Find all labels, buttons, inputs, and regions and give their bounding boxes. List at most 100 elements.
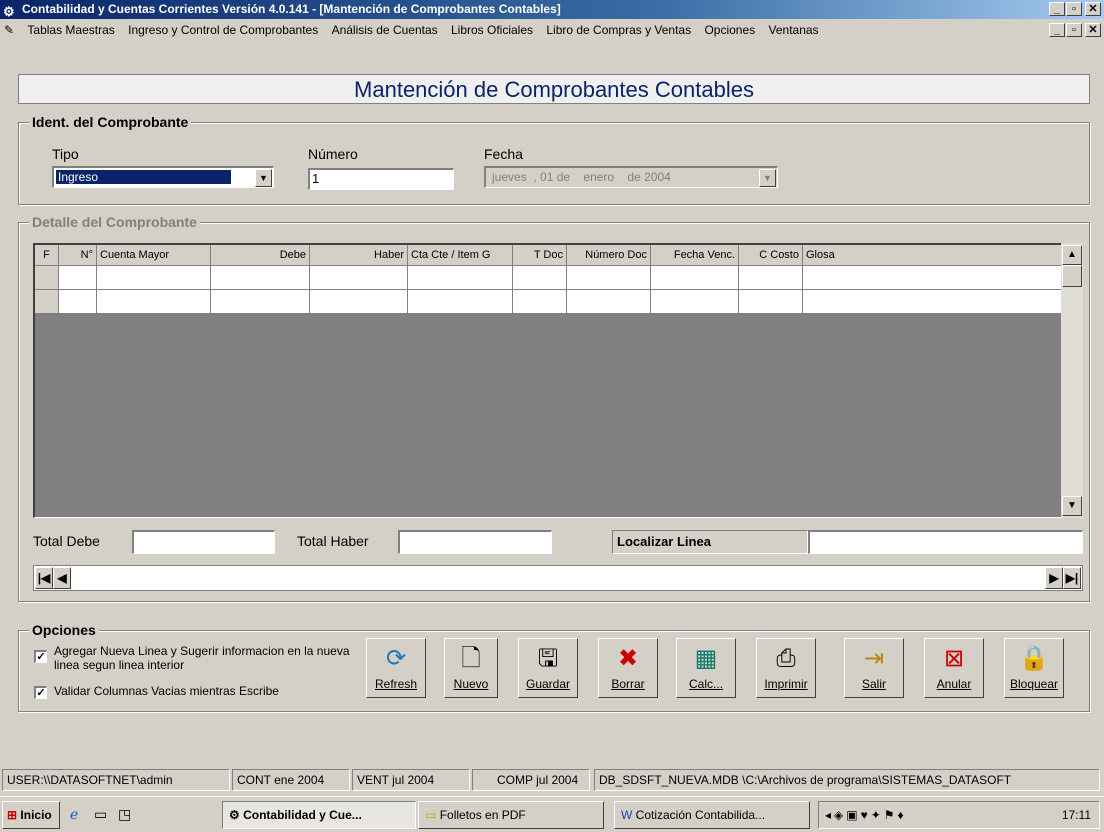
taskbar: ⊞ Inicio ℯ ▭ ◳ ⚙ Contabilidad y Cue... ▭… <box>0 796 1104 832</box>
next-record-icon[interactable]: ▶ <box>1045 567 1063 589</box>
status-cont: CONT ene 2004 <box>232 769 350 791</box>
localizar-linea-label: Localizar Linea <box>612 530 808 554</box>
menu-libros-oficiales[interactable]: Libros Oficiales <box>446 19 538 41</box>
table-cell[interactable] <box>59 266 97 290</box>
previous-record-icon[interactable]: ◀ <box>53 567 71 589</box>
lock-icon: 🔒 <box>1019 645 1049 672</box>
table-cell[interactable] <box>739 266 803 290</box>
table-cell[interactable] <box>803 266 1063 290</box>
calc-button[interactable]: ▦ Calc... <box>676 638 736 698</box>
numero-input[interactable]: 1 <box>308 168 454 190</box>
scroll-up-icon[interactable]: ▲ <box>1062 245 1082 265</box>
menu-libro-compras-ventas[interactable]: Libro de Compras y Ventas <box>541 19 696 41</box>
numero-label: Número <box>308 146 358 162</box>
guardar-button[interactable]: 🖫 Guardar <box>518 638 578 698</box>
table-cell[interactable] <box>97 266 211 290</box>
menu-ventanas[interactable]: Ventanas <box>764 19 824 41</box>
child-restore-button[interactable]: ▫ <box>1066 23 1082 37</box>
table-cell[interactable] <box>513 290 567 314</box>
record-navigator[interactable]: |◀ ◀ ▶ ▶| <box>33 565 1083 591</box>
start-button[interactable]: ⊞ Inicio <box>2 801 60 829</box>
internet-explorer-icon[interactable]: ℯ <box>70 806 78 823</box>
void-icon: ⊠ <box>943 645 965 672</box>
check1-label: Agregar Nueva Linea y Sugerir informacio… <box>54 644 350 672</box>
menu-opciones[interactable]: Opciones <box>699 19 760 41</box>
nuevo-button[interactable]: 🗋 Nuevo <box>444 638 498 698</box>
col-header-n[interactable]: N° <box>59 245 97 266</box>
col-header-numero-doc[interactable]: Número Doc <box>567 245 651 266</box>
scroll-thumb[interactable] <box>1062 265 1082 287</box>
anular-button[interactable]: ⊠ Anular <box>924 638 984 698</box>
row-header[interactable] <box>35 290 59 314</box>
first-record-icon[interactable]: |◀ <box>35 567 53 589</box>
fecha-label: Fecha <box>484 146 523 162</box>
check2-checkbox[interactable]: ✓ <box>34 686 47 699</box>
col-header-haber[interactable]: Haber <box>310 245 408 266</box>
fecha-chevron-down-icon[interactable]: ▼ <box>759 169 776 187</box>
close-button[interactable]: ✕ <box>1085 2 1101 16</box>
quicklaunch-icon[interactable]: ◳ <box>118 806 131 823</box>
mdi-icon: ✎ <box>4 23 15 37</box>
col-header-debe[interactable]: Debe <box>211 245 310 266</box>
col-header-f[interactable]: F <box>35 245 59 266</box>
table-cell[interactable] <box>651 266 739 290</box>
localizar-linea-input[interactable] <box>808 530 1083 554</box>
tipo-select[interactable]: Ingreso ▼ <box>52 166 274 188</box>
salir-button[interactable]: ⇥ Salir <box>844 638 904 698</box>
child-minimize-button[interactable]: _ <box>1049 23 1065 37</box>
row-header[interactable] <box>35 266 59 290</box>
table-cell[interactable] <box>59 290 97 314</box>
tray-icons: ◂◈▣♥✦⚑♦ <box>825 808 907 822</box>
refresh-button[interactable]: ⟳ Refresh <box>366 638 426 698</box>
menu-ingreso-control[interactable]: Ingreso y Control de Comprobantes <box>123 19 323 41</box>
last-record-icon[interactable]: ▶| <box>1063 567 1081 589</box>
desktop-icon[interactable]: ▭ <box>94 806 107 823</box>
imprimir-button[interactable]: ⎙ Imprimir <box>756 638 816 698</box>
word-icon: W <box>621 808 633 822</box>
grid-vertical-scrollbar[interactable]: ▲ ▼ <box>1061 243 1083 518</box>
folder-icon: ▭ <box>425 808 437 822</box>
table-cell[interactable] <box>310 266 408 290</box>
menu-analisis-cuentas[interactable]: Análisis de Cuentas <box>327 19 443 41</box>
window-titlebar[interactable]: ⚙ Contabilidad y Cuentas Corrientes Vers… <box>0 0 1104 19</box>
printer-icon: ⎙ <box>776 645 796 672</box>
status-vent: VENT jul 2004 <box>352 769 470 791</box>
chevron-down-icon[interactable]: ▼ <box>255 169 272 187</box>
table-cell[interactable] <box>211 290 310 314</box>
fecha-picker[interactable]: jueves , 01 de enero de 2004 ▼ <box>484 166 778 188</box>
table-cell[interactable] <box>739 290 803 314</box>
maximize-button[interactable]: ▫ <box>1066 2 1082 16</box>
table-cell[interactable] <box>97 290 211 314</box>
status-bar: USER:\\DATASOFTNET\admin CONT ene 2004 V… <box>0 766 1104 794</box>
table-cell[interactable] <box>211 266 310 290</box>
child-close-button[interactable]: ✕ <box>1085 23 1101 37</box>
total-debe-label: Total Debe <box>33 533 100 549</box>
table-cell[interactable] <box>310 290 408 314</box>
col-header-t-doc[interactable]: T Doc <box>513 245 567 266</box>
task-folletos[interactable]: ▭ Folletos en PDF <box>418 801 604 829</box>
table-cell[interactable] <box>513 266 567 290</box>
col-header-c-costo[interactable]: C Costo <box>739 245 803 266</box>
col-header-glosa[interactable]: Glosa <box>803 245 1063 266</box>
task-contabilidad[interactable]: ⚙ Contabilidad y Cue... <box>222 801 416 829</box>
menu-tablas-maestras[interactable]: Tablas Maestras <box>22 19 119 41</box>
table-cell[interactable] <box>651 290 739 314</box>
task-cotizacion[interactable]: W Cotización Contabilida... <box>614 801 810 829</box>
table-cell[interactable] <box>803 290 1063 314</box>
form-title: Mantención de Comprobantes Contables <box>18 74 1090 104</box>
col-header-fecha-venc[interactable]: Fecha Venc. <box>651 245 739 266</box>
check1-checkbox[interactable]: ✓ <box>34 650 47 663</box>
detail-grid[interactable]: F N° Cuenta Mayor Debe Haber Cta Cte / I… <box>33 243 1083 518</box>
tipo-label: Tipo <box>52 146 79 162</box>
opciones-group-title: Opciones <box>29 622 99 638</box>
col-header-cta-cte[interactable]: Cta Cte / Item G <box>408 245 513 266</box>
bloquear-button[interactable]: 🔒 Bloquear <box>1004 638 1064 698</box>
borrar-button[interactable]: ✖ Borrar <box>598 638 658 698</box>
col-header-cuenta-mayor[interactable]: Cuenta Mayor <box>97 245 211 266</box>
scroll-down-icon[interactable]: ▼ <box>1062 496 1082 516</box>
table-cell[interactable] <box>567 290 651 314</box>
minimize-button[interactable]: _ <box>1049 2 1065 16</box>
table-cell[interactable] <box>408 290 513 314</box>
table-cell[interactable] <box>567 266 651 290</box>
table-cell[interactable] <box>408 266 513 290</box>
